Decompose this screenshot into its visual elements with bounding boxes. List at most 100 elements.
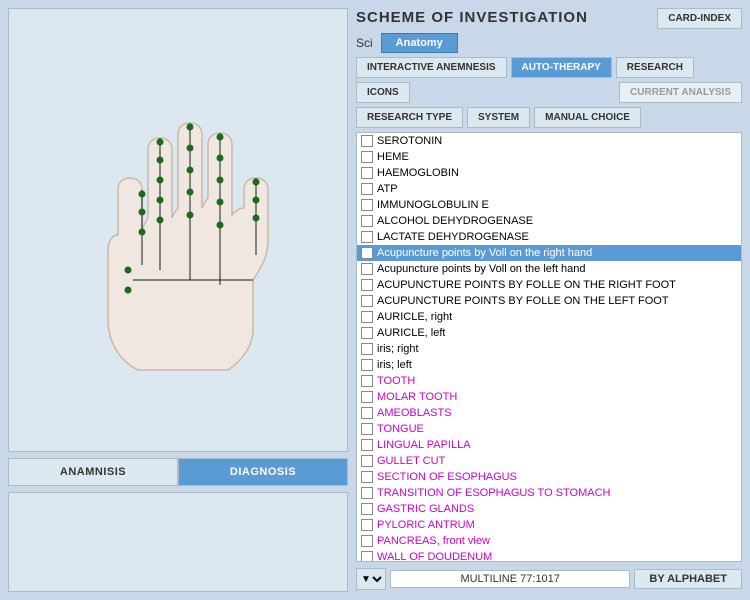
list-checkbox[interactable] (361, 311, 373, 323)
list-item-text: GASTRIC GLANDS (377, 503, 474, 515)
list-checkbox[interactable] (361, 407, 373, 419)
hand-image (58, 70, 298, 390)
list-item[interactable]: iris; right (357, 341, 741, 357)
list-item[interactable]: TONGUE (357, 421, 741, 437)
list-item[interactable]: TOOTH (357, 373, 741, 389)
list-checkbox[interactable] (361, 199, 373, 211)
investigation-list[interactable]: SEROTONIN HEME HAEMOGLOBIN ATP IMMUNOGLOBULI… (356, 132, 742, 562)
list-item[interactable]: ACUPUNCTURE POINTS BY FOLLE ON THE LEFT … (357, 293, 741, 309)
function-row-2: ICONS CURRENT ANALYSIS (356, 82, 742, 103)
list-item[interactable]: HEME (357, 149, 741, 165)
list-checkbox[interactable] (361, 327, 373, 339)
list-checkbox[interactable] (361, 487, 373, 499)
list-checkbox[interactable] (361, 551, 373, 562)
dropdown-select[interactable]: ▼ (356, 568, 386, 590)
research-type-button[interactable]: RESEARCH TYPE (356, 107, 463, 128)
list-item[interactable]: GULLET CUT (357, 453, 741, 469)
list-item-text: ACUPUNCTURE POINTS BY FOLLE ON THE LEFT … (377, 295, 669, 307)
hand-display (8, 8, 348, 452)
right-panel: SCHEME OF INVESTIGATION CARD-INDEX Sci A… (356, 8, 742, 592)
list-item[interactable]: SEROTONIN (357, 133, 741, 149)
list-item-text: HEME (377, 151, 409, 163)
info-area (8, 492, 348, 592)
list-item-text: LINGUAL PAPILLA (377, 439, 471, 451)
list-item-text: TOOTH (377, 375, 415, 387)
function-row-3: RESEARCH TYPE SYSTEM MANUAL CHOICE (356, 107, 742, 128)
list-checkbox[interactable] (361, 359, 373, 371)
interactive-anemnesis-button[interactable]: INTERACTIVE ANEMNESIS (356, 57, 507, 78)
list-checkbox[interactable] (361, 391, 373, 403)
by-alphabet-button[interactable]: BY ALPHABET (634, 569, 742, 589)
list-checkbox[interactable] (361, 503, 373, 515)
list-item[interactable]: LINGUAL PAPILLA (357, 437, 741, 453)
list-checkbox[interactable] (361, 247, 373, 259)
list-item[interactable]: iris; left (357, 357, 741, 373)
list-item[interactable]: HAEMOGLOBIN (357, 165, 741, 181)
list-checkbox[interactable] (361, 343, 373, 355)
list-item[interactable]: WALL OF DOUDENUM (357, 549, 741, 562)
list-checkbox[interactable] (361, 423, 373, 435)
list-item[interactable]: Acupuncture points by Voll on the right … (357, 245, 741, 261)
list-checkbox[interactable] (361, 375, 373, 387)
list-checkbox[interactable] (361, 215, 373, 227)
list-item[interactable]: PYLORIC ANTRUM (357, 517, 741, 533)
list-checkbox[interactable] (361, 295, 373, 307)
list-checkbox[interactable] (361, 279, 373, 291)
current-analysis-button[interactable]: CURRENT ANALYSIS (619, 82, 742, 103)
list-item[interactable]: GASTRIC GLANDS (357, 501, 741, 517)
scheme-title: SCHEME OF INVESTIGATION (356, 9, 588, 26)
list-item[interactable]: Acupuncture points by Voll on the left h… (357, 261, 741, 277)
list-item[interactable]: LACTATE DEHYDROGENASE (357, 229, 741, 245)
anamnesis-button[interactable]: ANAMNISIS (8, 458, 178, 486)
list-item[interactable]: AURICLE, left (357, 325, 741, 341)
auto-therapy-button[interactable]: AUTO-THERAPY (511, 57, 612, 78)
list-item-text: AURICLE, left (377, 327, 445, 339)
list-item[interactable]: SECTION OF ESOPHAGUS (357, 469, 741, 485)
left-panel: ANAMNISIS DIAGNOSIS (8, 8, 348, 592)
list-item-text: TRANSITION OF ESOPHAGUS TO STOMACH (377, 487, 610, 499)
list-item[interactable]: TRANSITION OF ESOPHAGUS TO STOMACH (357, 485, 741, 501)
list-checkbox[interactable] (361, 263, 373, 275)
list-item-text: ALCOHOL DEHYDROGENASE (377, 215, 533, 227)
list-checkbox[interactable] (361, 519, 373, 531)
list-item-text: PANCREAS, front view (377, 535, 490, 547)
list-item[interactable]: ACUPUNCTURE POINTS BY FOLLE ON THE RIGHT… (357, 277, 741, 293)
list-checkbox[interactable] (361, 535, 373, 547)
list-checkbox[interactable] (361, 231, 373, 243)
list-item-text: WALL OF DOUDENUM (377, 551, 492, 562)
system-button[interactable]: SYSTEM (467, 107, 530, 128)
icons-button[interactable]: ICONS (356, 82, 410, 103)
multiline-status: MULTILINE 77:1017 (390, 570, 630, 588)
list-item[interactable]: IMMUNOGLOBULIN E (357, 197, 741, 213)
anatomy-tab[interactable]: Anatomy (381, 33, 458, 53)
list-item[interactable]: AMEOBLASTS (357, 405, 741, 421)
list-item-text: LACTATE DEHYDROGENASE (377, 231, 529, 243)
list-item-text: MOLAR TOOTH (377, 391, 457, 403)
list-checkbox[interactable] (361, 455, 373, 467)
list-item-text: HAEMOGLOBIN (377, 167, 459, 179)
list-item[interactable]: ATP (357, 181, 741, 197)
list-item[interactable]: MOLAR TOOTH (357, 389, 741, 405)
list-item[interactable]: ALCOHOL DEHYDROGENASE (357, 213, 741, 229)
list-item-text: IMMUNOGLOBULIN E (377, 199, 489, 211)
manual-choice-button[interactable]: MANUAL CHOICE (534, 107, 641, 128)
list-checkbox[interactable] (361, 151, 373, 163)
list-checkbox[interactable] (361, 471, 373, 483)
bottom-controls: ▼ MULTILINE 77:1017 BY ALPHABET (356, 566, 742, 592)
list-item[interactable]: PANCREAS, front view (357, 533, 741, 549)
list-checkbox[interactable] (361, 167, 373, 179)
list-item-text: AURICLE, right (377, 311, 452, 323)
research-button[interactable]: RESEARCH (616, 57, 694, 78)
list-item-text: PYLORIC ANTRUM (377, 519, 475, 531)
diagnosis-button[interactable]: DIAGNOSIS (178, 458, 348, 486)
list-checkbox[interactable] (361, 183, 373, 195)
list-item-text: Acupuncture points by Voll on the left h… (377, 263, 586, 275)
list-item-text: SECTION OF ESOPHAGUS (377, 471, 517, 483)
list-item-text: TONGUE (377, 423, 424, 435)
list-item-text: ATP (377, 183, 398, 195)
sci-label: Sci (356, 36, 373, 50)
list-item[interactable]: AURICLE, right (357, 309, 741, 325)
card-index-button[interactable]: CARD-INDEX (657, 8, 742, 29)
list-checkbox[interactable] (361, 135, 373, 147)
list-checkbox[interactable] (361, 439, 373, 451)
